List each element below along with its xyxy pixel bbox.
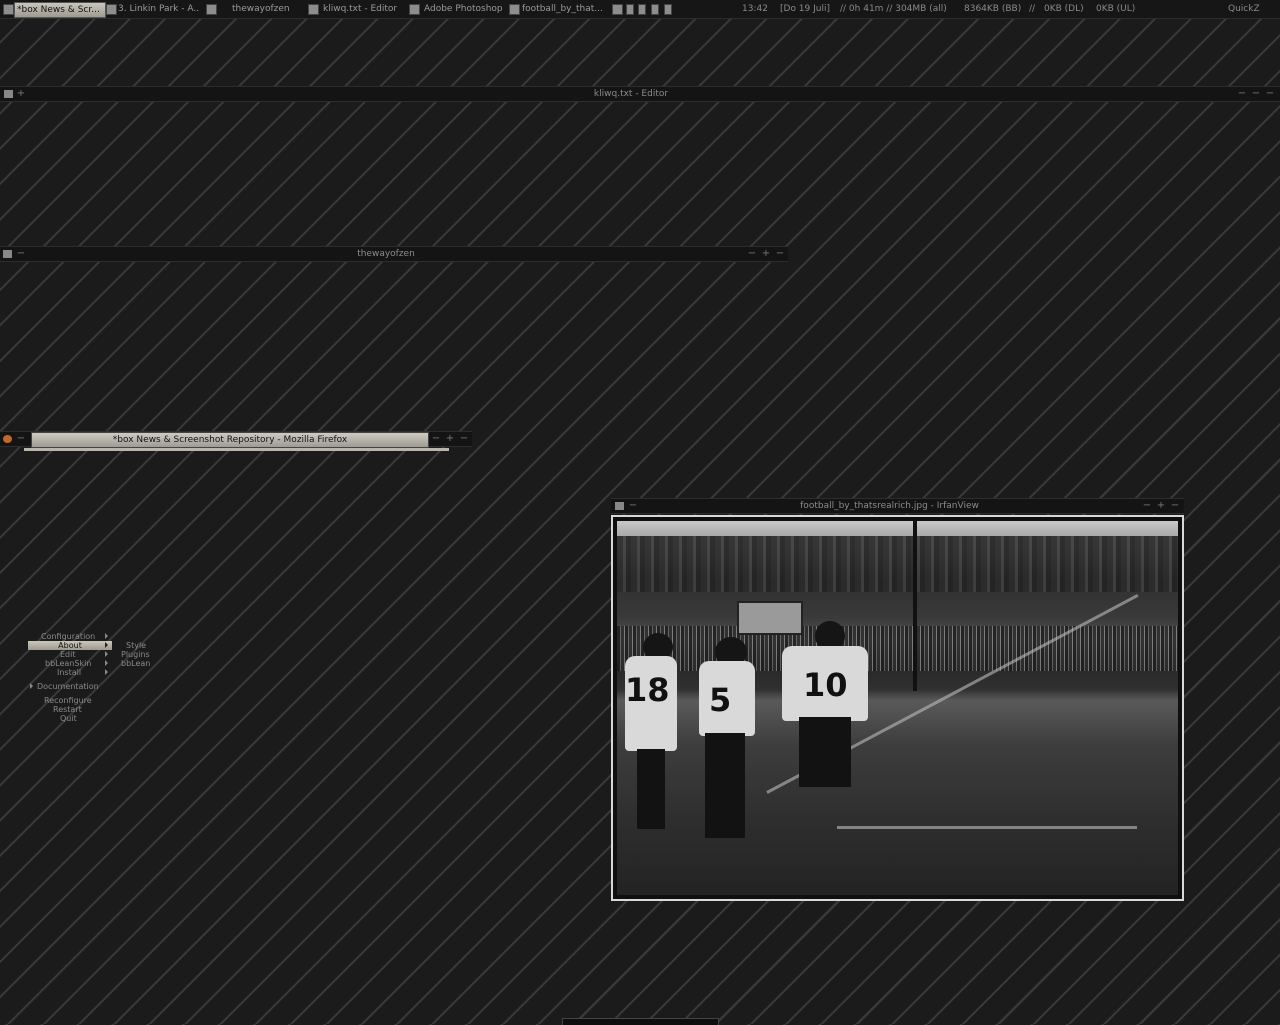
submenu-arrow-icon xyxy=(105,633,108,639)
editor-titlebar[interactable]: + kliwq.txt - Editor − − − xyxy=(0,86,1280,102)
bb-memory: 8364KB (BB) xyxy=(964,4,1022,14)
menu-edit[interactable]: Edit xyxy=(60,650,76,659)
task-winamp[interactable]: 3. Linkin Park - A... xyxy=(118,2,200,16)
download-rate: 0KB (DL) xyxy=(1044,4,1084,14)
photo-player-legs xyxy=(637,749,665,829)
menu-reconfigure[interactable]: Reconfigure xyxy=(44,696,92,705)
football-photo[interactable]: 18 5 10 xyxy=(611,515,1184,901)
menu-documentation[interactable]: Documentation xyxy=(37,682,99,691)
menu-quit[interactable]: Quit xyxy=(60,714,77,723)
irfanview-close-button[interactable]: − xyxy=(1170,499,1180,513)
submenu-plugins[interactable]: Plugins xyxy=(121,650,150,659)
menu-bbleanskin[interactable]: bbLeanSkin xyxy=(45,659,91,668)
documentation-bullet-icon xyxy=(30,683,33,689)
firefox-title: *box News & Screenshot Repository - Mozi… xyxy=(31,432,429,448)
explorer-close-button[interactable]: − xyxy=(775,247,785,261)
photo-player-legs xyxy=(799,717,851,787)
submenu-arrow-icon xyxy=(105,651,108,657)
editor-maximize-button[interactable]: − xyxy=(1251,87,1261,101)
explorer-maximize-button[interactable]: + xyxy=(761,247,771,261)
tray-icon-1[interactable] xyxy=(626,4,634,15)
irfanview-title: football_by_thatsrealrich.jpg - IrfanVie… xyxy=(800,501,979,511)
photoshop-icon xyxy=(409,4,420,15)
irfanview-maximize-button[interactable]: + xyxy=(1156,499,1166,513)
submenu-style[interactable]: Style xyxy=(126,641,146,650)
jersey-number-5: 5 xyxy=(709,681,732,719)
task-irfanview[interactable]: football_by_that... xyxy=(522,2,604,16)
firefox-minimize-button[interactable]: − xyxy=(431,432,441,446)
jersey-number-10: 10 xyxy=(803,666,848,704)
menu-install[interactable]: Install xyxy=(57,668,81,677)
irfanview-icon xyxy=(509,4,520,15)
firefox-icon xyxy=(3,435,12,443)
photo-yardline xyxy=(837,826,1137,829)
explorer-titlebar[interactable]: − thewayofzen − + − xyxy=(0,246,788,262)
tray-tool-icon[interactable] xyxy=(612,4,623,15)
menu-configuration[interactable]: Configuration xyxy=(41,632,95,641)
editor-close-button[interactable]: − xyxy=(1265,87,1275,101)
irfanview-titlebar[interactable]: − football_by_thatsrealrich.jpg - IrfanV… xyxy=(611,498,1184,514)
submenu-arrow-icon xyxy=(105,642,108,648)
photo-pole xyxy=(913,521,917,691)
editor-minimize-button[interactable]: − xyxy=(1237,87,1247,101)
irfanview-minimize-button[interactable]: − xyxy=(1142,499,1152,513)
tray-shield-icon[interactable] xyxy=(651,4,659,15)
task-editor[interactable]: kliwq.txt - Editor xyxy=(323,2,403,16)
menu-restart[interactable]: Restart xyxy=(53,705,82,714)
uptime-memory: // 0h 41m // 304MB (all) xyxy=(840,4,947,14)
firefox-close-button[interactable]: − xyxy=(459,432,469,446)
menu-about[interactable]: About xyxy=(28,641,112,650)
firefox-shade-button[interactable]: − xyxy=(16,432,26,446)
firefox-maximize-button[interactable]: + xyxy=(445,432,455,446)
photo-player-legs xyxy=(705,733,745,838)
photo-press-box xyxy=(737,601,803,635)
winamp-icon xyxy=(106,4,117,15)
tray-icon-3[interactable] xyxy=(664,4,672,15)
task-thewayofzen[interactable]: thewayofzen xyxy=(232,2,298,16)
notepad-icon xyxy=(308,4,319,15)
tray-icon-2[interactable] xyxy=(638,4,646,15)
root-menu: Configuration About Edit bbLeanSkin Inst… xyxy=(28,631,162,723)
photo-treeline xyxy=(617,535,1178,593)
editor-title: kliwq.txt - Editor xyxy=(593,89,669,99)
firefox-window-frame xyxy=(24,448,449,451)
upload-rate: 0KB (UL) xyxy=(1096,4,1136,14)
separator: // xyxy=(1029,4,1036,14)
date: [Do 19 Juli] xyxy=(780,4,830,14)
jersey-number-18: 18 xyxy=(625,671,670,709)
quickz-button[interactable]: QuickZ xyxy=(1228,2,1260,16)
task-photoshop[interactable]: Adobe Photoshop xyxy=(424,2,504,16)
explorer-minimize-button[interactable]: − xyxy=(747,247,757,261)
folder-icon xyxy=(206,4,217,15)
taskbar: *box News & Scr... 3. Linkin Park - A...… xyxy=(0,0,1280,19)
photo-scene: 18 5 10 xyxy=(617,521,1178,895)
firefox-titlebar[interactable]: − *box News & Screenshot Repository - Mo… xyxy=(0,431,472,448)
clock: 13:42 xyxy=(742,4,768,14)
submenu-arrow-icon xyxy=(105,660,108,666)
task-firefox[interactable]: *box News & Scr... xyxy=(14,2,106,18)
submenu-bblean[interactable]: bbLean xyxy=(121,659,150,668)
firefox-icon xyxy=(3,4,14,15)
submenu-arrow-icon xyxy=(105,669,108,675)
explorer-title: thewayofzen xyxy=(357,249,415,259)
